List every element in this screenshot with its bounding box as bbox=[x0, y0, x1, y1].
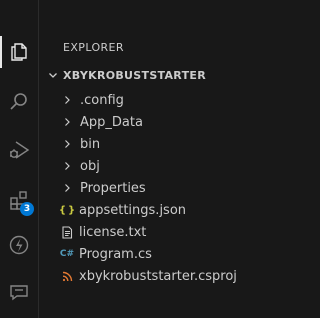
chevron-right-icon bbox=[60, 161, 74, 171]
folder-item-obj[interactable]: obj bbox=[39, 155, 270, 177]
root-folder-header[interactable]: XBYKROBUSTSTARTER bbox=[47, 66, 206, 84]
folder-label: Properties bbox=[80, 180, 146, 196]
file-item-csproj[interactable]: xbykrobuststarter.csproj bbox=[39, 265, 270, 287]
file-item-program[interactable]: C# Program.cs bbox=[39, 243, 270, 265]
folder-item-bin[interactable]: bin bbox=[39, 133, 270, 155]
chevron-right-icon bbox=[60, 139, 74, 149]
extensions-icon[interactable]: 3 bbox=[0, 180, 38, 220]
lightning-icon[interactable] bbox=[0, 225, 38, 265]
file-label: xbykrobuststarter.csproj bbox=[79, 268, 237, 284]
root-folder-label: XBYKROBUSTSTARTER bbox=[63, 68, 206, 82]
chevron-right-icon bbox=[60, 95, 74, 105]
folder-item-config[interactable]: .config bbox=[39, 89, 270, 111]
file-label: license.txt bbox=[79, 224, 147, 240]
chevron-right-icon bbox=[60, 117, 74, 127]
run-debug-icon[interactable] bbox=[0, 130, 38, 170]
csharp-icon: C# bbox=[59, 249, 75, 259]
folder-label: .config bbox=[80, 92, 124, 108]
folder-label: obj bbox=[80, 158, 100, 174]
folder-item-app-data[interactable]: App_Data bbox=[39, 111, 270, 133]
activity-bar: 3 bbox=[0, 0, 39, 318]
sidebar-title: EXPLORER bbox=[63, 41, 124, 54]
folder-item-properties[interactable]: Properties bbox=[39, 177, 270, 199]
file-item-license[interactable]: license.txt bbox=[39, 221, 270, 243]
search-icon[interactable] bbox=[0, 82, 38, 122]
explorer-icon[interactable] bbox=[0, 32, 38, 72]
folder-label: bin bbox=[80, 136, 101, 152]
chevron-down-icon bbox=[49, 73, 57, 78]
chat-icon[interactable] bbox=[0, 272, 38, 312]
folder-label: App_Data bbox=[80, 114, 143, 130]
json-icon: { } bbox=[58, 204, 76, 216]
file-label: appsettings.json bbox=[79, 202, 187, 218]
file-label: Program.cs bbox=[79, 246, 152, 262]
extensions-badge: 3 bbox=[20, 202, 34, 216]
rss-icon bbox=[60, 271, 74, 282]
explorer-sidebar: EXPLORER XBYKROBUSTSTARTER .config App_D… bbox=[39, 0, 270, 318]
file-tree: .config App_Data bin obj Properties {} … bbox=[39, 89, 270, 287]
file-item-appsettings[interactable]: { } appsettings.json bbox=[39, 199, 270, 221]
chevron-right-icon bbox=[60, 183, 74, 193]
text-file-icon bbox=[60, 225, 74, 239]
